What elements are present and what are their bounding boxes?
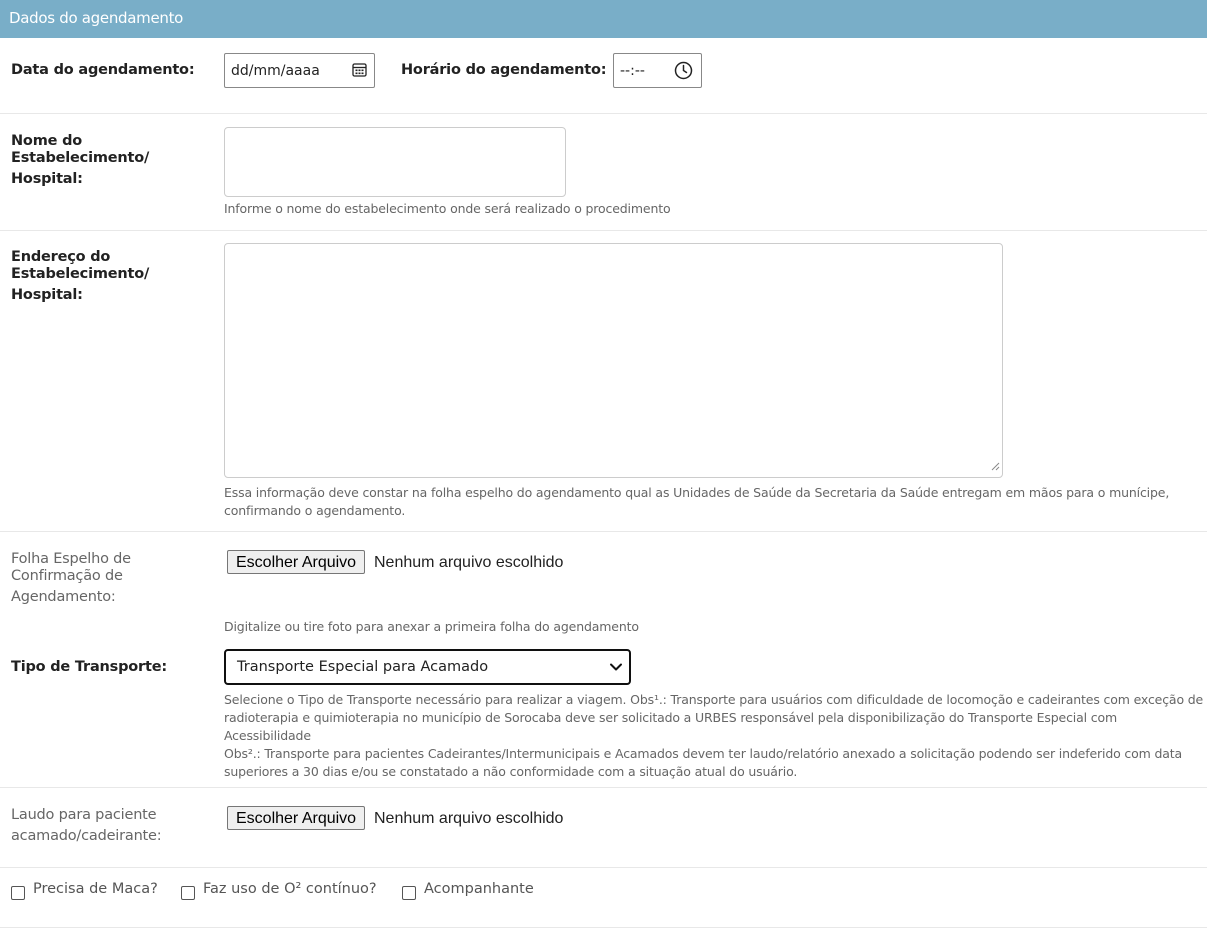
label-line: Nome do — [11, 133, 83, 149]
establishment-name-input[interactable] — [224, 127, 566, 197]
mirror-sheet-label: Folha Espelho de Confirmação de Agendame… — [11, 551, 131, 606]
oxygen-label[interactable]: Faz uso de O² contínuo? — [203, 881, 377, 897]
time-input[interactable]: --:-- — [613, 53, 702, 88]
transport-select[interactable]: Transporte Especial para Acamado — [224, 649, 631, 685]
help-line: radioterapia e quimioterapia no municípi… — [224, 710, 1118, 743]
report-label: Laudo para paciente acamado/cadeirante: — [11, 807, 162, 845]
label-line: Estabelecimento/ — [11, 266, 150, 282]
date-placeholder: dd/mm/aaaa — [231, 63, 320, 79]
divider — [0, 927, 1207, 928]
clock-icon[interactable] — [674, 61, 693, 84]
section-header: Dados do agendamento — [0, 0, 1207, 38]
help-line: superiores a 30 dias e/ou se constatado … — [224, 764, 798, 779]
help-line: Selecione o Tipo de Transporte necessári… — [224, 692, 1204, 707]
establishment-name-help: Informe o nome do estabelecimento onde s… — [224, 201, 671, 216]
transport-selected-value: Transporte Especial para Acamado — [237, 659, 489, 675]
divider — [0, 867, 1207, 868]
time-label: Horário do agendamento: — [401, 62, 607, 78]
transport-help: Selecione o Tipo de Transporte necessári… — [224, 691, 1207, 781]
establishment-address-label: Endereço do Estabelecimento/ Hospital: — [11, 249, 149, 304]
label-line: Laudo para paciente — [11, 807, 157, 823]
help-line: Obs².: Transporte para pacientes Cadeira… — [224, 746, 1183, 761]
report-file-status: Nenhum arquivo escolhido — [374, 810, 564, 827]
date-input[interactable]: dd/mm/aaaa — [224, 53, 375, 88]
oxygen-checkbox[interactable] — [181, 886, 195, 900]
label-line: acamado/cadeirante: — [11, 828, 162, 844]
stretcher-label[interactable]: Precisa de Maca? — [33, 881, 158, 897]
establishment-address-textarea[interactable] — [224, 243, 1003, 478]
label-line: Confirmação de — [11, 568, 123, 584]
report-choose-file-button[interactable]: Escolher Arquivo — [227, 806, 366, 830]
divider — [0, 531, 1207, 532]
date-label: Data do agendamento: — [11, 62, 195, 78]
calendar-icon[interactable] — [352, 62, 367, 81]
establishment-address-help: Essa informação deve constar na folha es… — [224, 484, 1169, 520]
companion-label[interactable]: Acompanhante — [424, 881, 534, 897]
time-placeholder: --:-- — [620, 63, 645, 79]
label-line: Endereço do — [11, 249, 111, 265]
section-title: Dados do agendamento — [9, 9, 184, 27]
divider — [0, 787, 1207, 788]
divider — [0, 113, 1207, 114]
label-line: Folha Espelho de — [11, 551, 131, 567]
label-line: Agendamento: — [11, 589, 116, 605]
transport-label: Tipo de Transporte: — [11, 659, 167, 675]
companion-checkbox[interactable] — [402, 886, 416, 900]
mirror-sheet-file-status: Nenhum arquivo escolhido — [374, 554, 564, 571]
label-line: Estabelecimento/ — [11, 150, 150, 166]
mirror-sheet-help: Digitalize ou tire foto para anexar a pr… — [224, 619, 639, 634]
label-line: Hospital: — [11, 287, 83, 303]
mirror-sheet-choose-file-button[interactable]: Escolher Arquivo — [227, 550, 366, 574]
resize-grip-icon[interactable] — [991, 456, 1000, 475]
help-line: Essa informação deve constar na folha es… — [224, 485, 1170, 500]
stretcher-checkbox[interactable] — [11, 886, 25, 900]
divider — [0, 230, 1207, 231]
help-line: confirmando o agendamento. — [224, 503, 406, 518]
establishment-name-label: Nome do Estabelecimento/ Hospital: — [11, 133, 149, 188]
label-line: Hospital: — [11, 171, 83, 187]
chevron-down-icon[interactable] — [609, 660, 623, 678]
